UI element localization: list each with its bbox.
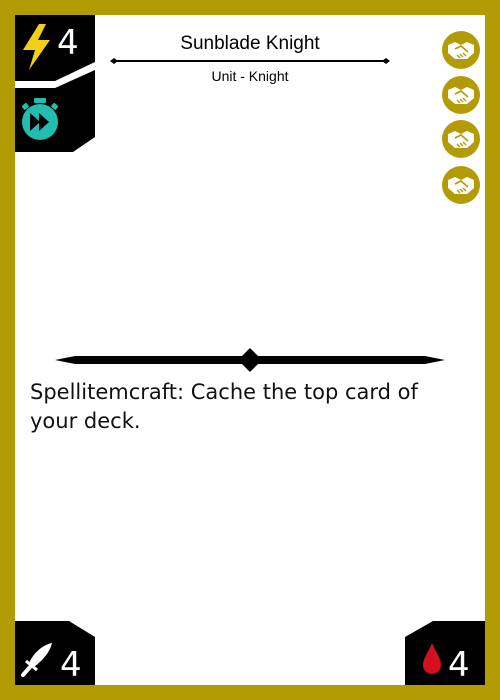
ability-text: Spellitemcraft: Cache the top card of yo…	[30, 380, 418, 433]
trait-badge	[442, 31, 480, 69]
card-type-line: Unit - Knight	[211, 68, 289, 84]
energy-cost: 4	[57, 23, 79, 63]
ability-divider	[55, 348, 445, 372]
handshake-icon	[448, 42, 474, 59]
card-face: 4 Sunblade Knight Unit - Knight Spellite…	[15, 15, 485, 685]
trait-badge	[442, 76, 480, 114]
card-title: Sunblade Knight	[180, 33, 320, 54]
health-value: 4	[448, 645, 470, 685]
lightning-bolt-icon	[23, 24, 50, 70]
title-divider	[110, 58, 390, 64]
health-panel	[405, 621, 485, 685]
fast-forward-stopwatch-icon	[21, 98, 59, 140]
blood-drop-icon	[423, 643, 441, 674]
game-card[interactable]: 4 Sunblade Knight Unit - Knight Spellite…	[0, 0, 500, 700]
trait-badge	[442, 120, 480, 158]
handshake-icon	[448, 87, 474, 104]
handshake-icon	[448, 131, 474, 148]
sword-icon	[21, 643, 52, 677]
handshake-icon	[448, 177, 474, 194]
trait-badge	[442, 166, 480, 204]
power-value: 4	[60, 645, 82, 685]
